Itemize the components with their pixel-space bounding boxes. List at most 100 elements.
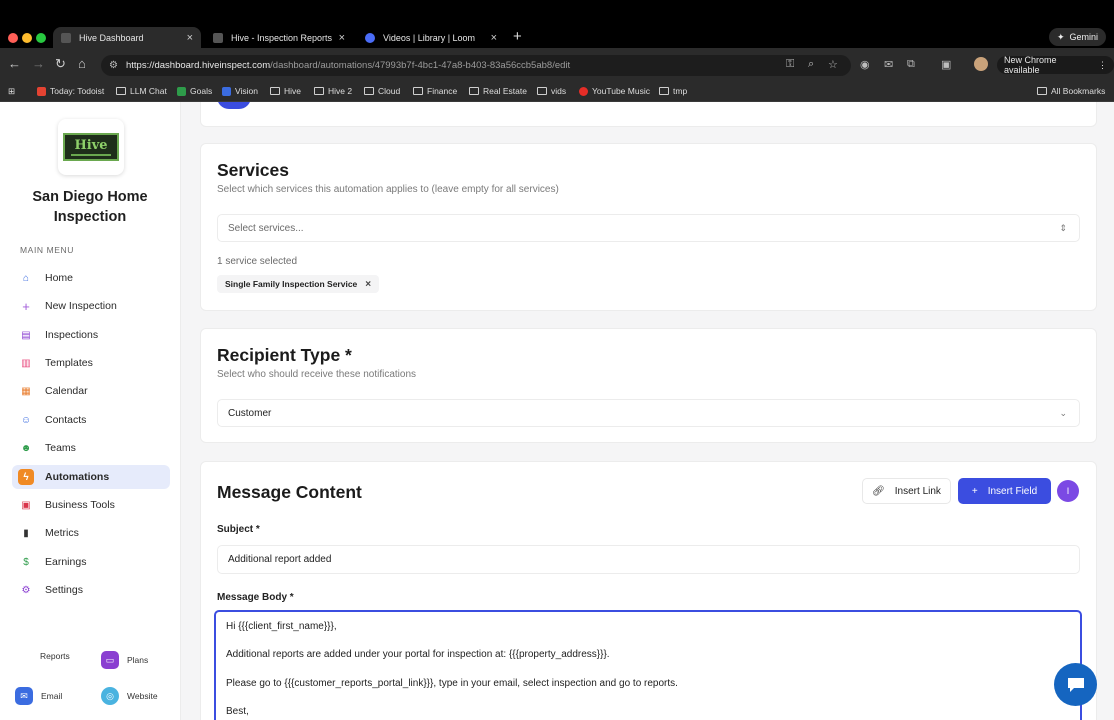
bookmarks-bar: ⊞ Today: Todoist LLM Chat Goals Vision H… xyxy=(0,82,1114,102)
sidebar-item-inspections[interactable]: ▤ Inspections xyxy=(12,323,170,347)
sidebar-item-templates[interactable]: ▥ Templates xyxy=(12,351,170,375)
sidebar-item-calendar[interactable]: ▦ Calendar xyxy=(12,379,170,403)
footer-plans-link[interactable]: ▭ Plans xyxy=(101,651,148,669)
footer-website-link[interactable]: ◎ Website xyxy=(101,687,158,705)
back-icon[interactable]: ← xyxy=(8,57,21,71)
footer-email-link[interactable]: ✉ Email xyxy=(15,687,62,705)
bar-chart-icon: ▮ xyxy=(23,527,29,539)
recipient-select[interactable]: Customer ⌄ xyxy=(217,399,1080,427)
camera-extension-icon[interactable]: ◉ xyxy=(860,58,870,71)
loom-favicon-icon xyxy=(365,32,375,43)
tab-loom-videos[interactable]: Videos | Library | Loom × xyxy=(357,27,505,48)
menu-kebab-icon[interactable]: ⋮ xyxy=(1098,60,1107,71)
apps-grid-icon[interactable]: ⊞ xyxy=(8,86,15,97)
folder-icon xyxy=(1037,87,1047,95)
url-host: https://dashboard.hiveinspect.com xyxy=(125,60,271,71)
new-chrome-available-button[interactable]: New Chrome available ⋮ xyxy=(997,55,1114,75)
password-key-icon[interactable]: ⚿ xyxy=(786,58,794,71)
sidebar-item-new-inspection[interactable]: + New Inspection xyxy=(12,294,170,318)
bookmark-todoist[interactable]: Today: Todoist xyxy=(37,86,104,96)
bookmark-finance[interactable]: Finance xyxy=(413,86,457,96)
services-subtitle: Select which services this automation ap… xyxy=(217,184,559,195)
link-icon: 🔗︎ xyxy=(872,485,885,497)
close-window-button[interactable] xyxy=(8,33,18,43)
sidebar-item-teams[interactable]: ☻ Teams xyxy=(12,436,170,460)
chevron-down-icon: ⌄ xyxy=(1059,407,1067,418)
previous-settings-card xyxy=(200,102,1097,127)
sidebar-item-settings[interactable]: ⚙ Settings xyxy=(12,578,170,602)
sidebar-item-metrics[interactable]: ▮ Metrics xyxy=(12,521,170,545)
company-logo: Hive xyxy=(58,119,124,175)
tab-label: Videos | Library | Loom xyxy=(383,32,476,43)
insert-field-button[interactable]: + Insert Field xyxy=(958,478,1051,504)
sidebar-item-contacts[interactable]: ☺ Contacts xyxy=(12,408,170,432)
folder-icon xyxy=(537,87,547,95)
home-browser-icon[interactable]: ⌂ xyxy=(78,57,86,71)
recipient-type-card: Recipient Type * Select who should recei… xyxy=(200,328,1097,443)
chat-bubble-icon xyxy=(1067,677,1084,692)
insert-link-button[interactable]: 🔗︎ Insert Link xyxy=(862,478,951,504)
footer-reports-link[interactable]: Reports xyxy=(40,651,70,661)
service-chip: Single Family Inspection Service × xyxy=(217,275,380,293)
tab-label: Hive Dashboard xyxy=(79,32,144,43)
user-avatar[interactable]: I xyxy=(1057,480,1079,502)
tab-inspection-reports[interactable]: Hive - Inspection Reports × xyxy=(205,27,353,48)
main-menu-title: MAIN MENU xyxy=(20,245,75,255)
folder-icon xyxy=(270,87,280,95)
active-toggle[interactable] xyxy=(217,102,251,109)
forward-icon[interactable]: → xyxy=(32,57,45,71)
profile-avatar[interactable] xyxy=(974,57,988,71)
body-line-instructions: Please go to {{{customer_reports_portal_… xyxy=(226,678,678,689)
bookmark-llm-chat[interactable]: LLM Chat xyxy=(116,86,167,96)
bookmark-youtube-music[interactable]: YouTube Music xyxy=(579,86,650,96)
side-panel-icon[interactable]: ▣ xyxy=(941,58,951,71)
subject-input[interactable]: Additional report added xyxy=(217,545,1080,574)
message-body-textarea[interactable]: Hi {{{client_first_name}}}, Additional r… xyxy=(214,610,1082,720)
minimize-window-button[interactable] xyxy=(22,33,32,43)
docs-icon xyxy=(222,86,231,96)
bookmark-vision[interactable]: Vision xyxy=(222,86,258,96)
site-info-icon[interactable]: ⚙ xyxy=(109,60,118,71)
tab-hive-dashboard[interactable]: Hive Dashboard × xyxy=(53,27,201,48)
body-line-signoff: Best, xyxy=(226,706,249,717)
todoist-icon xyxy=(37,86,46,96)
bookmark-vids[interactable]: vids xyxy=(537,86,566,96)
gemini-button[interactable]: ✦ Gemini xyxy=(1048,28,1106,46)
sidebar-item-business-tools[interactable]: ▣ Business Tools xyxy=(12,493,170,517)
services-select[interactable]: Select services... ⇕ xyxy=(217,214,1080,242)
bookmark-goals[interactable]: Goals xyxy=(177,86,212,96)
sidebar-item-home[interactable]: ⌂ Home xyxy=(12,266,170,290)
sidebar-item-earnings[interactable]: $ Earnings xyxy=(12,550,170,574)
close-tab-icon[interactable]: × xyxy=(339,32,345,44)
home-icon: ⌂ xyxy=(22,272,30,284)
reload-icon[interactable]: ↻ xyxy=(55,57,66,71)
sidebar-item-automations[interactable]: ϟ Automations xyxy=(12,465,170,489)
zoom-icon[interactable]: ⌕ xyxy=(808,58,814,71)
close-tab-icon[interactable]: × xyxy=(491,32,497,44)
bookmark-star-icon[interactable]: ☆ xyxy=(828,58,838,71)
browser-tab-strip: Hive Dashboard × Hive - Inspection Repor… xyxy=(0,0,1114,48)
bookmark-tmp[interactable]: tmp xyxy=(659,86,687,96)
bookmark-hive-2[interactable]: Hive 2 xyxy=(314,86,352,96)
extensions-puzzle-icon[interactable]: ⧉ xyxy=(907,58,915,71)
folder-icon xyxy=(659,87,669,95)
maximize-window-button[interactable] xyxy=(36,33,46,43)
new-chrome-label: New Chrome available xyxy=(1004,55,1057,75)
bookmark-cloud[interactable]: Cloud xyxy=(364,86,400,96)
plus-icon: + xyxy=(22,298,30,314)
bookmark-hive[interactable]: Hive xyxy=(270,86,301,96)
bookmark-real-estate[interactable]: Real Estate xyxy=(469,86,527,96)
plans-icon: ▭ xyxy=(101,651,119,669)
chat-support-button[interactable] xyxy=(1054,663,1097,706)
briefcase-icon: ▣ xyxy=(21,499,31,511)
plus-icon: + xyxy=(971,485,978,497)
new-tab-icon[interactable]: + xyxy=(513,28,522,45)
close-tab-icon[interactable]: × xyxy=(187,32,193,44)
all-bookmarks[interactable]: All Bookmarks xyxy=(1037,86,1105,96)
document-icon: ▥ xyxy=(21,357,31,369)
mail-extension-icon[interactable]: ✉ xyxy=(884,58,893,71)
remove-chip-icon[interactable]: × xyxy=(365,279,371,290)
message-body-label: Message Body * xyxy=(217,592,294,603)
address-bar[interactable]: ⚙ https://dashboard.hiveinspect.com/dash… xyxy=(101,55,851,76)
users-icon: ☺ xyxy=(20,414,32,426)
